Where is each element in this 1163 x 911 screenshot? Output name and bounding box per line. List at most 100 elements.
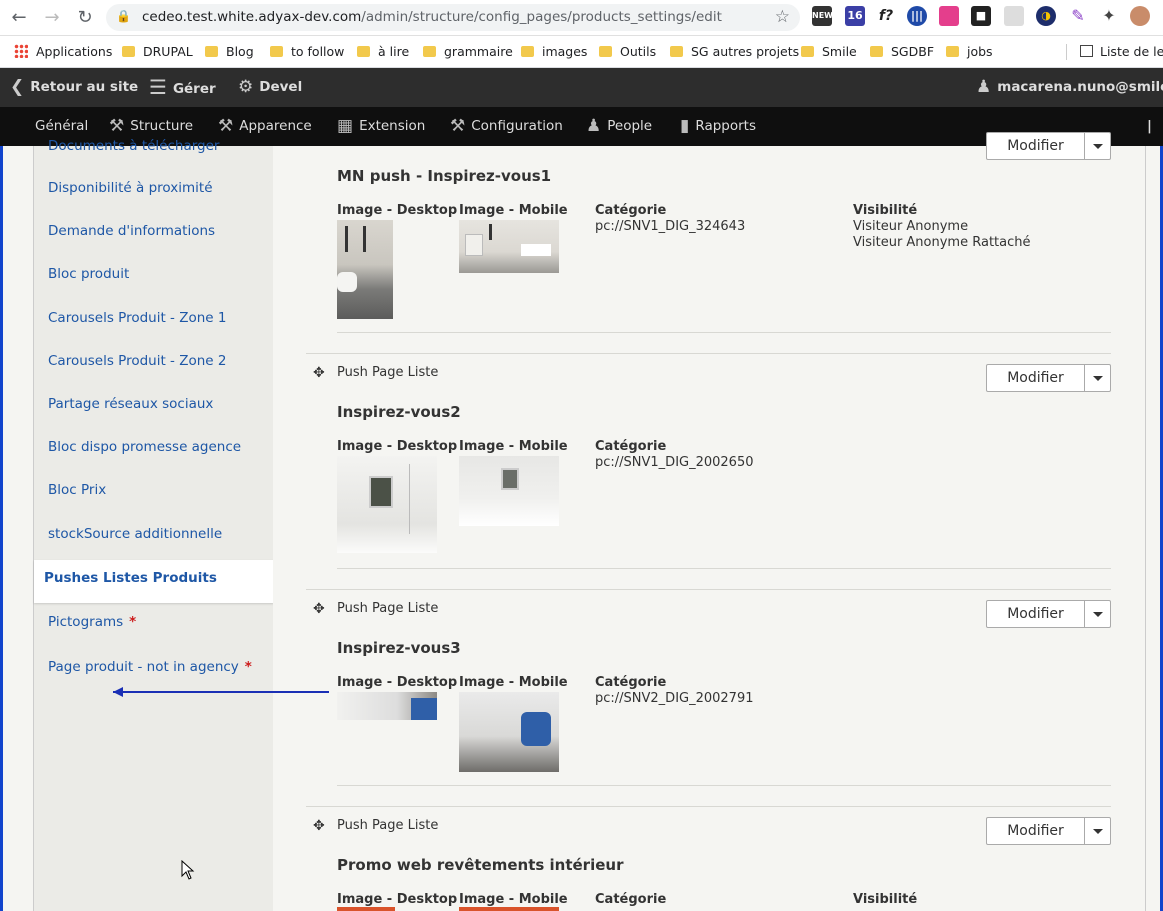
bookmark-images[interactable]: images bbox=[521, 42, 587, 62]
tab-demande-informations[interactable]: Demande d'informations bbox=[48, 223, 215, 239]
modify-button[interactable]: Modifier bbox=[986, 364, 1085, 392]
tab-carousels-zone1[interactable]: Carousels Produit - Zone 1 bbox=[48, 310, 226, 326]
item-title: Inspirez-vous2 bbox=[337, 403, 461, 421]
hamburger-icon: ☰ bbox=[149, 75, 167, 99]
bookmark-label: Outils bbox=[620, 44, 657, 59]
bookmark-sg-autres-projets[interactable]: SG autres projets bbox=[670, 42, 799, 62]
profile-avatar-icon[interactable] bbox=[1130, 6, 1150, 26]
worker-shape bbox=[521, 712, 551, 746]
category-value: pc://SNV2_DIG_2002791 bbox=[595, 691, 754, 706]
back-to-site-link[interactable]: ❮ Retour au site bbox=[10, 68, 138, 107]
drag-handle-icon[interactable]: ✥ bbox=[313, 818, 325, 834]
required-marker: * bbox=[244, 659, 252, 675]
lamp-shape bbox=[363, 226, 366, 252]
mirror-shape bbox=[465, 234, 483, 256]
bookmark-drupal[interactable]: DRUPAL bbox=[122, 42, 193, 62]
paragraph-type: Push Page Liste bbox=[337, 365, 439, 380]
drag-handle-icon[interactable]: ✥ bbox=[313, 601, 325, 617]
tab-partage-reseaux[interactable]: Partage réseaux sociaux bbox=[48, 396, 213, 412]
tray-extension[interactable]: ▦ Extension bbox=[337, 107, 425, 146]
manage-label: Gérer bbox=[172, 81, 216, 97]
back-arrow-icon[interactable]: ← bbox=[8, 7, 30, 29]
modify-button[interactable]: Modifier bbox=[986, 132, 1085, 160]
tab-pushes-listes-produits[interactable]: Pushes Listes Produits bbox=[34, 560, 274, 603]
reading-list-icon bbox=[1080, 45, 1093, 57]
dropdown-caret-button[interactable] bbox=[1084, 132, 1111, 160]
category-label: Catégorie bbox=[595, 892, 667, 907]
gradient-extension-icon[interactable] bbox=[939, 6, 959, 26]
tray-configuration[interactable]: ⚒ Configuration bbox=[450, 107, 563, 146]
item2-modify-group: Modifier bbox=[986, 364, 1111, 392]
pen-extension-icon[interactable]: ✎ bbox=[1068, 6, 1088, 26]
bookmark-blog[interactable]: Blog bbox=[205, 42, 254, 62]
folder-icon bbox=[205, 46, 218, 57]
modify-button[interactable]: Modifier bbox=[986, 817, 1085, 845]
url-input[interactable]: 🔒 cedeo.test.white.adyax-dev.com/admin/s… bbox=[106, 4, 800, 31]
bookmark-label: SG autres projets bbox=[691, 44, 800, 59]
desktop-thumbnail bbox=[337, 907, 395, 911]
puzzle-icon: ▦ bbox=[337, 116, 354, 136]
devel-tab[interactable]: ⚙ Devel bbox=[238, 68, 302, 107]
bookmark-sgdbf[interactable]: SGDBF bbox=[870, 42, 934, 62]
wrench-icon: ⚒ bbox=[450, 116, 466, 136]
puzzle-extension-icon[interactable]: ✦ bbox=[1099, 6, 1119, 26]
image-desktop-label: Image - Desktop bbox=[337, 439, 458, 454]
tray-orientation-toggle[interactable]: | bbox=[1147, 107, 1152, 146]
forward-arrow-icon[interactable]: → bbox=[41, 7, 63, 29]
user-account-tab[interactable]: ♟ macarena.nuno@smile.fr bbox=[976, 68, 1163, 107]
tray-rapports[interactable]: ▮ Rapports bbox=[680, 107, 756, 146]
mask-extension-icon[interactable]: ■ bbox=[971, 6, 991, 26]
bookmark-smile[interactable]: Smile bbox=[801, 42, 857, 62]
tab-carousels-zone2[interactable]: Carousels Produit - Zone 2 bbox=[48, 353, 226, 369]
user-icon: ♟ bbox=[976, 77, 992, 97]
bookmark-grammaire[interactable]: grammaire bbox=[423, 42, 513, 62]
dropdown-caret-button[interactable] bbox=[1084, 364, 1111, 392]
tab-stocksource[interactable]: stockSource additionnelle bbox=[48, 526, 222, 542]
tab-bloc-produit[interactable]: Bloc produit bbox=[48, 266, 129, 282]
folder-icon bbox=[122, 46, 135, 57]
manage-tab[interactable]: ☰ Gérer bbox=[149, 68, 216, 107]
chevron-left-circle-icon: ❮ bbox=[10, 77, 25, 97]
image-desktop-label: Image - Desktop bbox=[337, 675, 458, 690]
cloud-extension-icon[interactable] bbox=[1004, 6, 1024, 26]
tray-people[interactable]: ♟ People bbox=[586, 107, 652, 146]
bookmark-jobs[interactable]: jobs bbox=[946, 42, 993, 62]
bookmark-a-lire[interactable]: à lire bbox=[357, 42, 409, 62]
function-extension-icon[interactable]: f? bbox=[876, 6, 896, 26]
visibility-value: Visiteur Anonyme bbox=[853, 219, 969, 234]
folder-icon bbox=[946, 46, 959, 57]
tab-bloc-prix[interactable]: Bloc Prix bbox=[48, 482, 106, 498]
news-extension-icon[interactable]: NEW bbox=[812, 6, 833, 26]
lock-icon: 🔒 bbox=[116, 9, 131, 23]
required-marker: * bbox=[129, 614, 137, 630]
circle-extension-icon[interactable]: ||| bbox=[907, 6, 927, 26]
tab-bloc-dispo[interactable]: Bloc dispo promesse agence bbox=[48, 439, 241, 455]
dropdown-caret-button[interactable] bbox=[1084, 817, 1111, 845]
bookmark-applications[interactable]: Applications bbox=[14, 42, 112, 62]
category-label: Catégorie bbox=[595, 675, 667, 690]
tab-disponibilite[interactable]: Disponibilité à proximité bbox=[48, 180, 213, 196]
bookmark-outils[interactable]: Outils bbox=[599, 42, 656, 62]
folder-icon bbox=[870, 46, 883, 57]
devel-label: Devel bbox=[259, 79, 303, 95]
tab-pictograms[interactable]: Pictograms * bbox=[48, 614, 136, 630]
desktop-thumbnail bbox=[337, 692, 437, 720]
item-divider bbox=[337, 785, 1111, 786]
category-label: Catégorie bbox=[595, 203, 667, 218]
tab-documents[interactable]: Documents à télécharger bbox=[48, 138, 219, 154]
modify-button[interactable]: Modifier bbox=[986, 600, 1085, 628]
browser-address-bar: ← → ↻ 🔒 cedeo.test.white.adyax-dev.com/a… bbox=[0, 0, 1163, 36]
folder-icon bbox=[357, 46, 370, 57]
tray-apparence[interactable]: ⚒ Apparence bbox=[218, 107, 312, 146]
bookmark-reading-list[interactable]: Liste de lec bbox=[1080, 42, 1163, 62]
drag-handle-icon[interactable]: ✥ bbox=[313, 365, 325, 381]
graduation-extension-icon[interactable]: 16 bbox=[845, 6, 865, 26]
bookmark-label: to follow bbox=[291, 44, 345, 59]
bookmark-label: images bbox=[542, 44, 588, 59]
tab-page-produit[interactable]: Page produit - not in agency * bbox=[48, 659, 252, 675]
reload-icon[interactable]: ↻ bbox=[74, 7, 96, 29]
bookmark-star-icon[interactable]: ☆ bbox=[775, 7, 790, 27]
half-moon-extension-icon[interactable]: ◑ bbox=[1036, 6, 1056, 26]
dropdown-caret-button[interactable] bbox=[1084, 600, 1111, 628]
bookmark-to-follow[interactable]: to follow bbox=[270, 42, 344, 62]
